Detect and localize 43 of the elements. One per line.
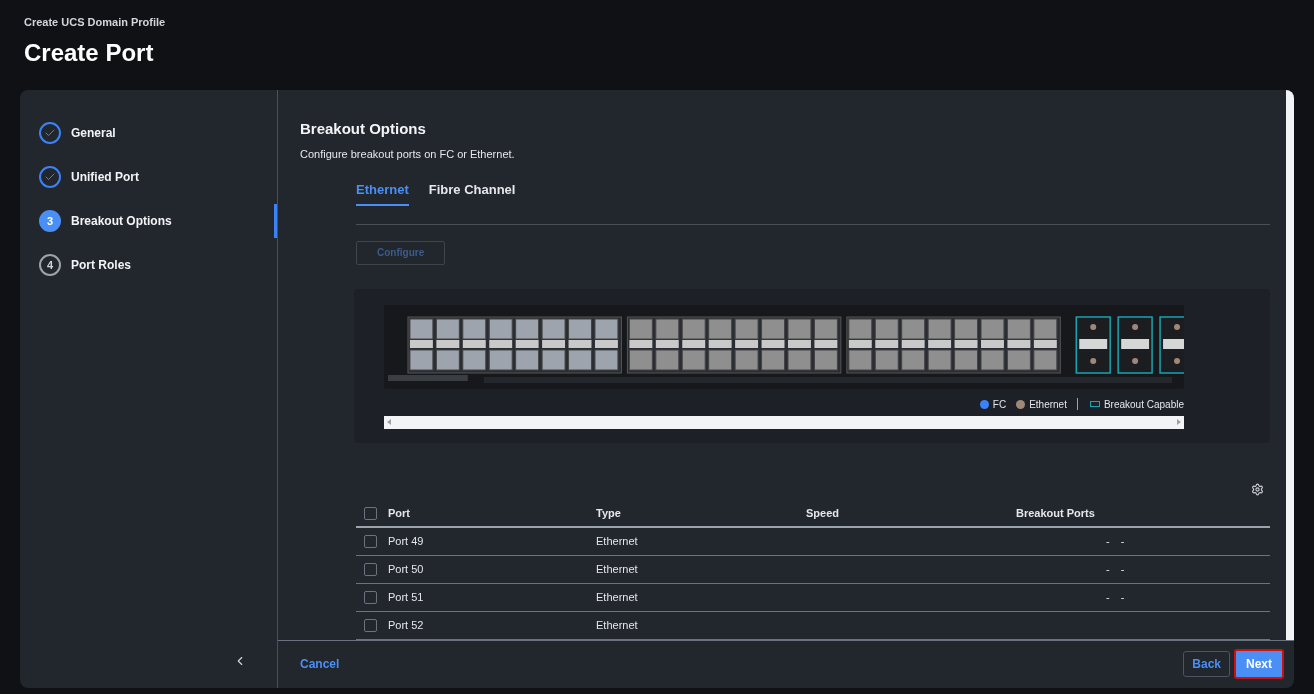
- column-header: Breakout Ports: [1016, 506, 1095, 522]
- scroll-left-icon[interactable]: [387, 419, 391, 425]
- tab[interactable]: Fibre Channel: [428, 180, 516, 206]
- legend-label: Breakout Capable: [1103, 397, 1184, 412]
- column-header: Type: [596, 506, 622, 522]
- table-cell-text: Ethernet: [596, 617, 639, 633]
- step-number: 4: [39, 254, 61, 276]
- row-checkbox[interactable]: [364, 562, 377, 576]
- row-checkbox[interactable]: [364, 507, 377, 520]
- section-title: Breakout Options: [300, 119, 427, 139]
- table-cell-text: Ethernet: [596, 533, 639, 549]
- step-label[interactable]: Port Roles: [71, 256, 131, 274]
- row-checkbox[interactable]: [364, 534, 377, 548]
- legend-label: Ethernet: [1029, 397, 1067, 412]
- row-checkbox[interactable]: [364, 618, 377, 632]
- page-title: Create Port: [24, 37, 155, 68]
- table-cell-text: Port 49: [388, 533, 425, 549]
- step-label[interactable]: General: [71, 124, 116, 142]
- tab[interactable]: Ethernet: [356, 180, 409, 206]
- section-description: Configure breakout ports on FC or Ethernet.: [300, 146, 516, 162]
- cancel-button[interactable]: Cancel: [300, 655, 340, 674]
- scroll-right-icon[interactable]: [1177, 419, 1181, 425]
- column-header: Port: [388, 506, 411, 522]
- legend-label: FC: [992, 397, 1007, 412]
- table-cell: - -: [1106, 590, 1129, 603]
- table-cell-text: Port 52: [388, 617, 425, 633]
- table-cell: - -: [1106, 534, 1129, 547]
- table-cell: - -: [1106, 562, 1129, 575]
- row-checkbox[interactable]: [364, 590, 377, 604]
- table-cell-text: Ethernet: [596, 561, 639, 577]
- step-number: 3: [39, 210, 61, 232]
- column-header: Speed: [806, 506, 840, 522]
- back-button[interactable]: Back: [1183, 651, 1230, 678]
- breadcrumb: Create UCS Domain Profile: [24, 15, 167, 30]
- settings-icon[interactable]: [1251, 482, 1264, 496]
- step-label[interactable]: Unified Port: [71, 168, 139, 186]
- table-cell-text: Port 50: [388, 561, 425, 577]
- step-label[interactable]: Breakout Options: [71, 212, 172, 230]
- table-cell-text: Port 51: [388, 589, 425, 605]
- horizontal-scrollbar[interactable]: [384, 415, 1184, 429]
- current-step-indicator: [274, 204, 277, 238]
- table-cell-text: Ethernet: [596, 589, 639, 605]
- vertical-scrollbar[interactable]: [1286, 90, 1294, 640]
